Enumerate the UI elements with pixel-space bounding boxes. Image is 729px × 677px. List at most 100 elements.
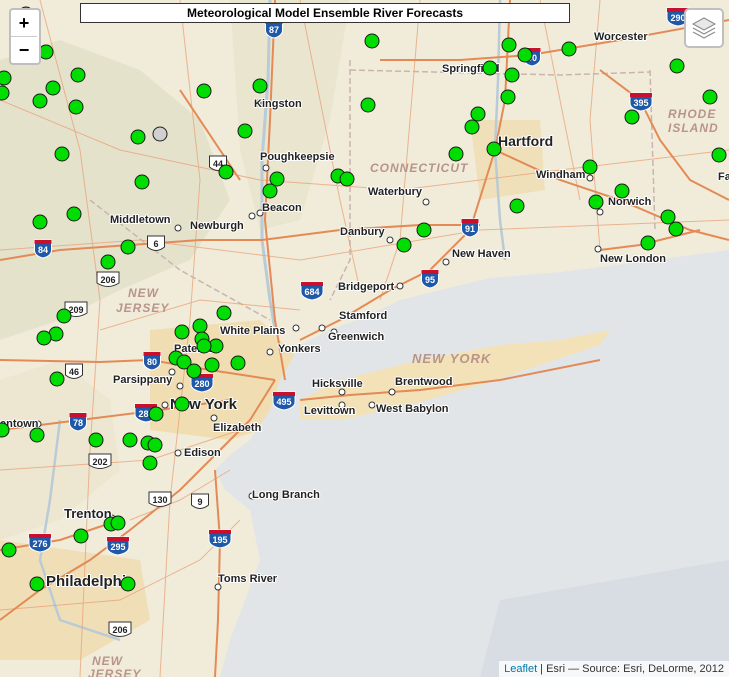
city-dot	[248, 212, 256, 220]
gauge-marker[interactable]	[711, 147, 727, 163]
city-label: Fa	[718, 171, 729, 183]
gauge-marker[interactable]	[174, 396, 190, 412]
gauge-marker[interactable]	[416, 222, 432, 238]
gauge-marker[interactable]	[218, 164, 234, 180]
state-label: JERSEY	[116, 301, 169, 315]
gauge-marker[interactable]	[70, 67, 86, 83]
gauge-marker[interactable]	[482, 60, 498, 76]
gauge-marker[interactable]	[464, 119, 480, 135]
gauge-marker[interactable]	[702, 89, 718, 105]
city-label: New Haven	[452, 248, 511, 260]
gauge-marker[interactable]	[252, 78, 268, 94]
city-dot	[174, 449, 182, 457]
city-dot	[161, 401, 169, 409]
gauge-marker[interactable]	[614, 183, 630, 199]
gauge-marker[interactable]	[38, 44, 54, 60]
gauge-marker[interactable]	[486, 141, 502, 157]
gauge-marker[interactable]	[588, 194, 604, 210]
gauge-marker[interactable]	[360, 97, 376, 113]
shield-label: 130	[152, 495, 167, 505]
gauge-marker[interactable]	[504, 67, 520, 83]
gauge-marker[interactable]	[120, 576, 136, 592]
city-label: Edison	[184, 447, 221, 459]
gauge-marker[interactable]	[49, 371, 65, 387]
gauge-marker[interactable]	[364, 33, 380, 49]
gauge-marker[interactable]	[640, 235, 656, 251]
gauge-marker[interactable]	[73, 528, 89, 544]
city-dot	[442, 258, 450, 266]
city-label: Greenwich	[328, 331, 385, 343]
gauge-marker[interactable]	[396, 237, 412, 253]
gauge-marker[interactable]	[68, 99, 84, 115]
gauge-marker[interactable]	[36, 330, 52, 346]
gauge-marker[interactable]	[509, 198, 525, 214]
gauge-marker[interactable]	[192, 318, 208, 334]
gauge-marker[interactable]	[262, 183, 278, 199]
gauge-marker[interactable]	[624, 109, 640, 125]
city-dot	[422, 198, 430, 206]
gauge-marker-inactive[interactable]	[152, 126, 168, 142]
gauge-marker[interactable]	[448, 146, 464, 162]
layers-button[interactable]	[684, 8, 724, 48]
shield-label: 276	[32, 539, 47, 549]
city-dot	[262, 164, 270, 172]
gauge-marker[interactable]	[122, 432, 138, 448]
gauge-marker[interactable]	[0, 70, 12, 86]
gauge-marker[interactable]	[142, 455, 158, 471]
gauge-marker[interactable]	[500, 89, 516, 105]
gauge-marker[interactable]	[186, 363, 202, 379]
state-label: ISLAND	[668, 121, 719, 135]
gauge-marker[interactable]	[561, 41, 577, 57]
gauge-marker[interactable]	[56, 308, 72, 324]
gauge-marker[interactable]	[32, 93, 48, 109]
city-dot	[210, 414, 218, 422]
gauge-marker[interactable]	[216, 305, 232, 321]
gauge-marker[interactable]	[0, 422, 10, 438]
gauge-marker[interactable]	[88, 432, 104, 448]
gauge-marker[interactable]	[174, 324, 190, 340]
zoom-out-button[interactable]: −	[11, 36, 37, 63]
gauge-marker[interactable]	[32, 214, 48, 230]
city-dot	[586, 174, 594, 182]
gauge-marker[interactable]	[196, 83, 212, 99]
gauge-marker[interactable]	[669, 58, 685, 74]
gauge-marker[interactable]	[29, 427, 45, 443]
city-label: Worcester	[594, 31, 648, 43]
city-label: Waterbury	[368, 186, 423, 198]
gauge-marker[interactable]	[54, 146, 70, 162]
gauge-marker[interactable]	[147, 437, 163, 453]
gauge-marker[interactable]	[148, 406, 164, 422]
attribution: Leaflet | Esri — Source: Esri, DeLorme, …	[499, 661, 729, 677]
gauge-marker[interactable]	[134, 174, 150, 190]
city-label: Long Branch	[252, 489, 320, 501]
leaflet-link[interactable]: Leaflet	[504, 663, 537, 675]
gauge-marker[interactable]	[196, 338, 212, 354]
gauge-marker[interactable]	[470, 106, 486, 122]
gauge-marker[interactable]	[66, 206, 82, 222]
map[interactable]: CONNECTICUT RHODE ISLAND NEW JERSEY NEW …	[0, 0, 729, 677]
gauge-marker[interactable]	[100, 254, 116, 270]
gauge-marker[interactable]	[29, 576, 45, 592]
gauge-marker[interactable]	[204, 357, 220, 373]
gauge-marker[interactable]	[45, 80, 61, 96]
gauge-marker[interactable]	[339, 171, 355, 187]
zoom-control: + −	[9, 8, 41, 65]
gauge-marker[interactable]	[110, 515, 126, 531]
state-label: NEW	[128, 286, 160, 300]
gauge-marker[interactable]	[668, 221, 684, 237]
gauge-marker[interactable]	[1, 542, 17, 558]
gauge-marker[interactable]	[582, 159, 598, 175]
gauge-marker[interactable]	[660, 209, 676, 225]
gauge-marker[interactable]	[517, 47, 533, 63]
shield-label: 91	[465, 224, 475, 234]
gauge-marker[interactable]	[230, 355, 246, 371]
zoom-in-button[interactable]: +	[11, 10, 37, 36]
shield-label: 80	[147, 357, 157, 367]
gauge-marker[interactable]	[501, 37, 517, 53]
city-label: Newburgh	[190, 220, 244, 232]
gauge-marker[interactable]	[130, 129, 146, 145]
gauge-marker[interactable]	[237, 123, 253, 139]
highway-shield: 91	[461, 218, 479, 238]
gauge-marker[interactable]	[0, 85, 10, 101]
gauge-marker[interactable]	[120, 239, 136, 255]
